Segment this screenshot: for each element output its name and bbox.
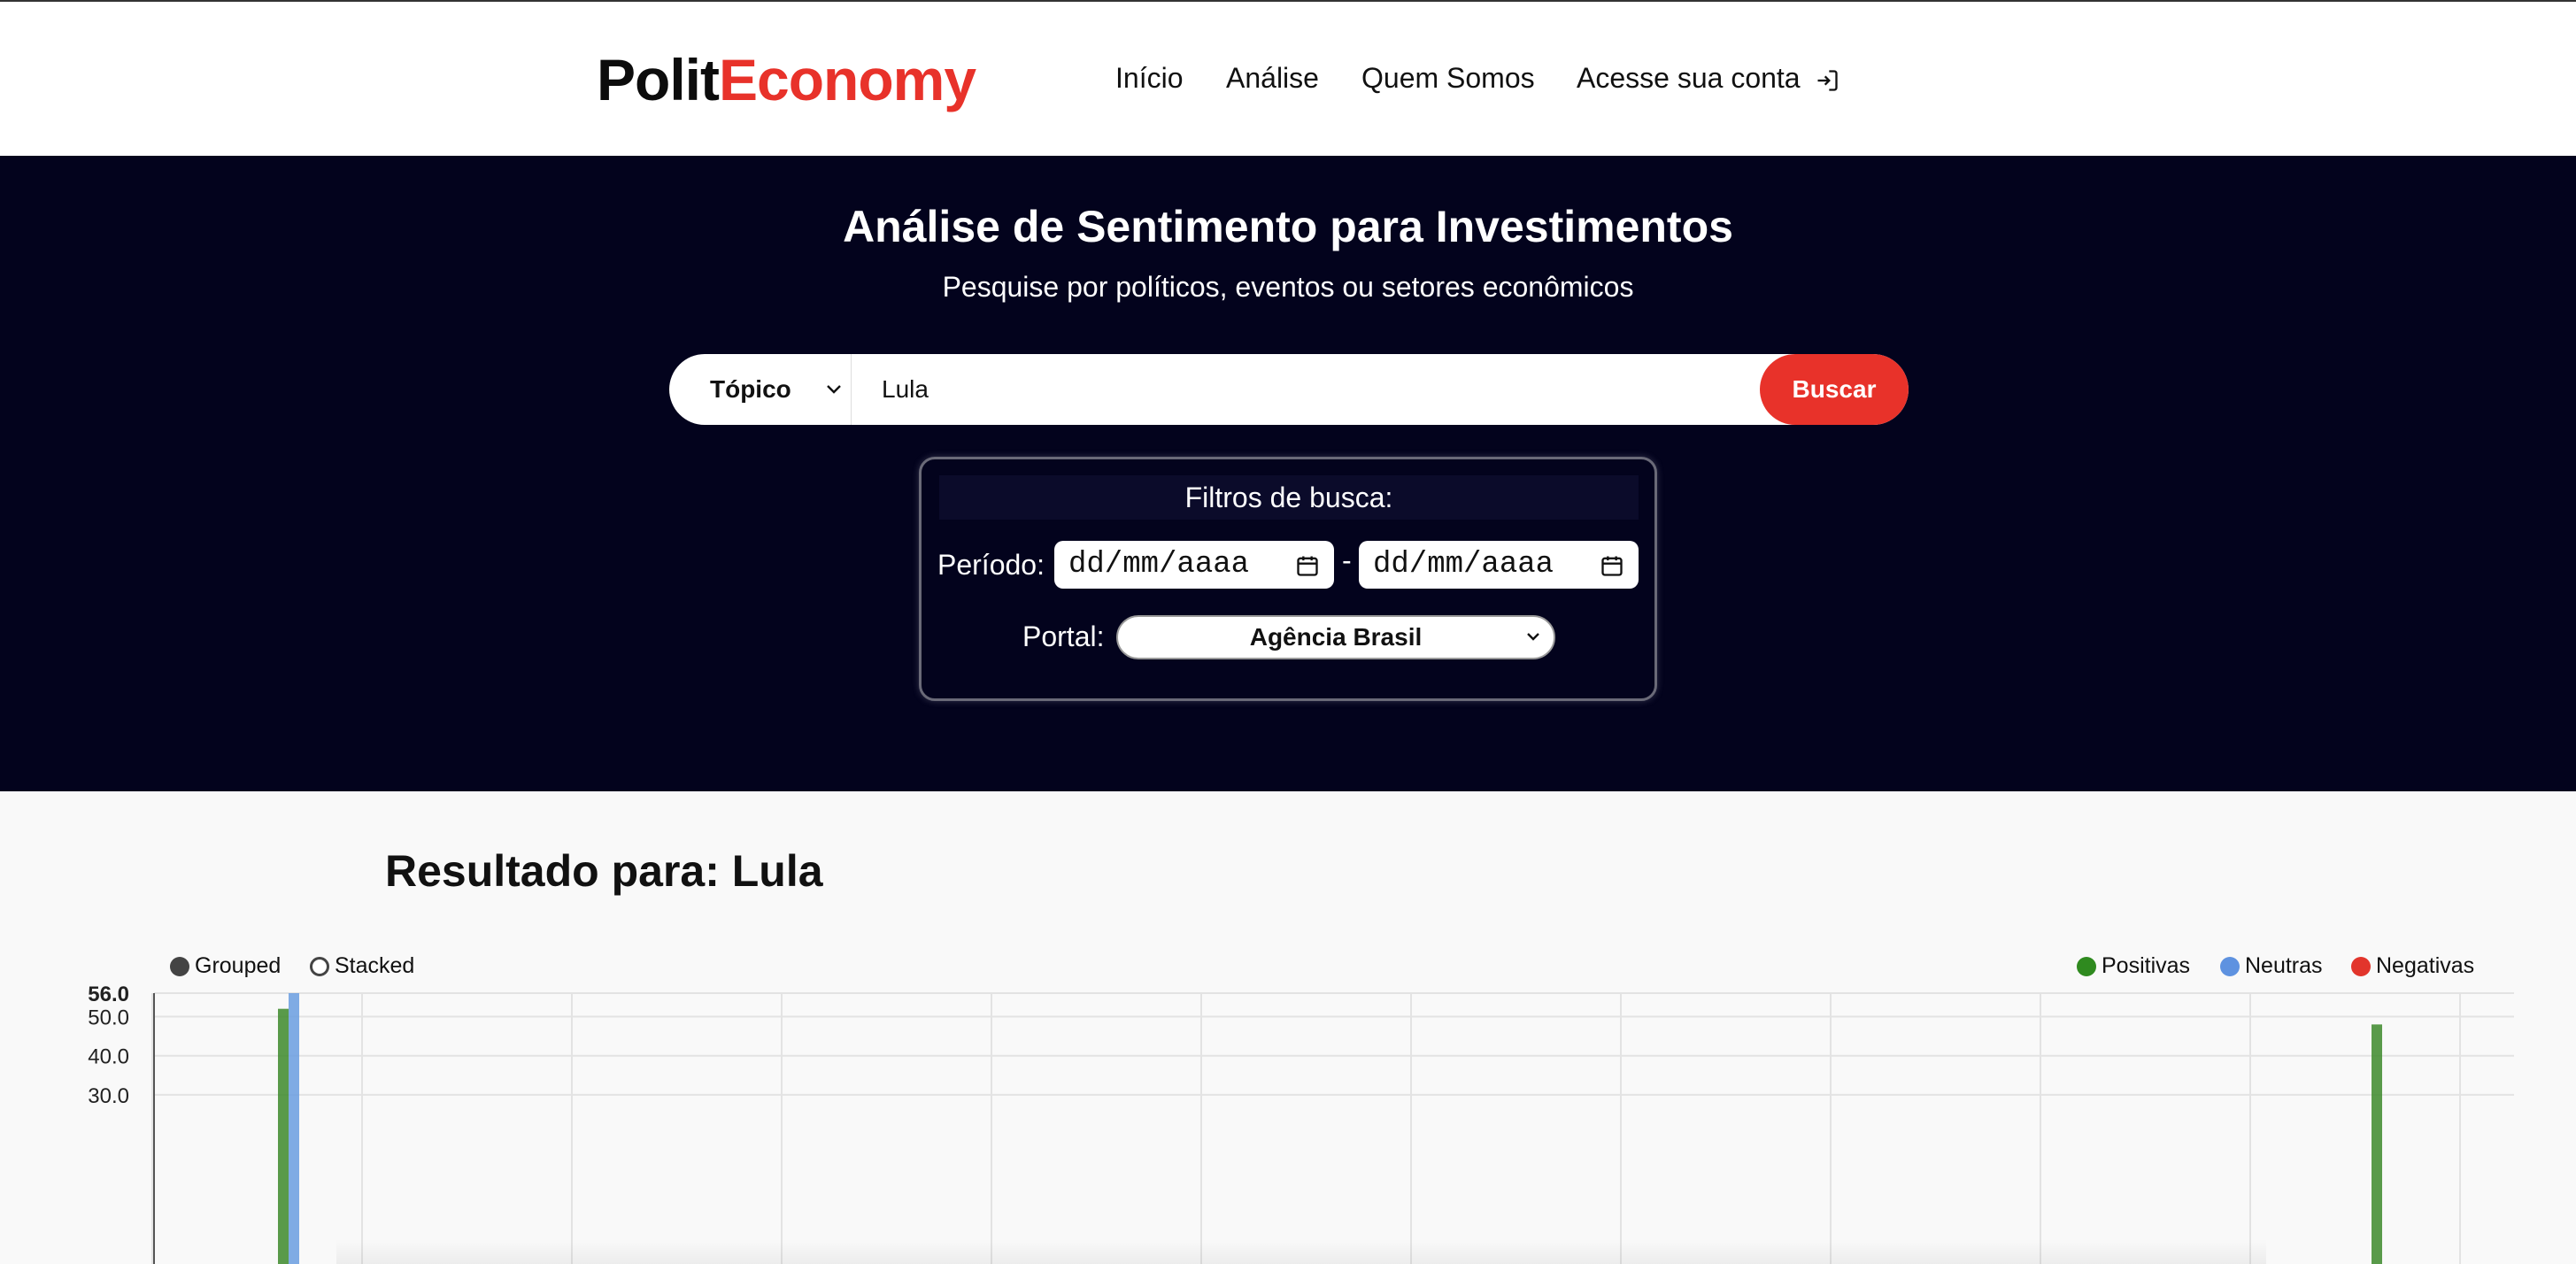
y-tick-label: 40.0 [88,1045,129,1069]
portal-select[interactable]: Agência Brasil [1116,615,1555,659]
y-tick-label: 56.0 [88,983,129,1006]
topic-select-label: Tópico [710,375,791,403]
calendar-icon [1297,556,1318,576]
nav-analise[interactable]: Análise [1226,58,1319,97]
hero-title: Análise de Sentimento para Investimentos [843,202,1733,251]
nav-acesse-conta[interactable]: Acesse sua conta [1577,58,1839,97]
date-to-placeholder: dd/mm/aaaa [1373,548,1554,582]
search-bar: Tópico Buscar [669,354,1909,425]
topic-select[interactable]: Tópico [669,354,852,425]
hero-subtitle: Pesquise por políticos, eventos ou setor… [942,271,1634,303]
filters-heading: Filtros de busca: [939,475,1639,520]
nav-acesse-conta-label: Acesse sua conta [1577,62,1801,94]
date-from-placeholder: dd/mm/aaaa [1068,548,1250,582]
date-from-input[interactable]: dd/mm/aaaa [1054,541,1334,589]
search-button[interactable]: Buscar [1760,354,1909,425]
logo-part-1: Polit [597,47,720,112]
period-label: Período: [937,549,1045,581]
portal-select-value: Agência Brasil [1249,623,1423,651]
date-to-input[interactable]: dd/mm/aaaa [1359,541,1639,589]
sentiment-bar-chart: 56.050.0 40.0 30.0 [88,983,2514,1264]
chart-bottom-shadow [336,1239,2266,1264]
logo[interactable]: PolitEconomy [597,48,976,112]
portal-label: Portal: [1022,620,1105,652]
chevron-down-icon [1527,633,1539,641]
bar-positivas [278,1008,289,1264]
top-navbar: PolitEconomy Início Análise Quem Somos A… [0,0,2576,156]
hero-section: Análise de Sentimento para Investimentos… [0,156,2576,791]
bar-neutras [289,993,299,1264]
logo-part-2: Economy [719,47,976,112]
login-icon [1817,69,1839,91]
calendar-icon [1601,556,1623,576]
nav-quem-somos[interactable]: Quem Somos [1361,58,1535,97]
chevron-down-icon [827,385,841,394]
y-tick-label: 30.0 [88,1084,129,1108]
result-title: Resultado para: Lula [385,846,823,896]
search-filters-panel: Filtros de busca: Período: dd/mm/aaaa - … [919,457,1657,701]
date-separator: - [1342,544,1352,576]
y-tick-label: 50.0 [88,1006,129,1030]
search-input[interactable] [882,372,1572,407]
bar-positivas [2372,1024,2382,1264]
nav-inicio[interactable]: Início [1115,58,1183,97]
